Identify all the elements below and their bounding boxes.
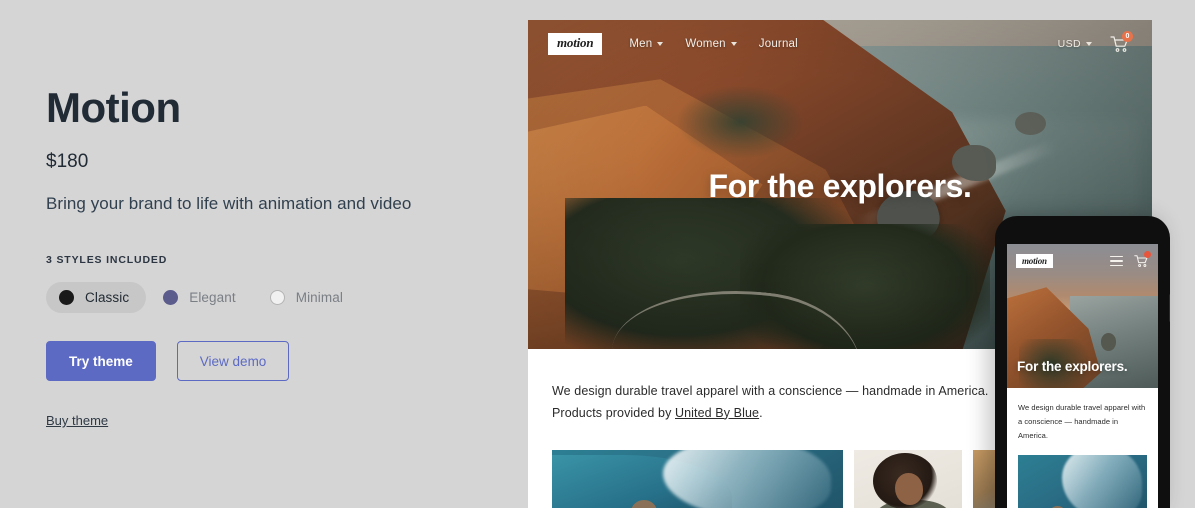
intro-line-2-suffix: . xyxy=(759,405,763,420)
phone-brand-logo[interactable]: motion xyxy=(1016,253,1053,269)
try-theme-button[interactable]: Try theme xyxy=(46,341,156,382)
style-option-label: Classic xyxy=(85,290,130,306)
action-buttons: Try theme View demo xyxy=(46,341,528,382)
phone-power-button xyxy=(1169,294,1170,322)
intro-line-1: We design durable travel apparel with a … xyxy=(552,384,989,398)
phone-mockup: motion For the explorers. We design dura… xyxy=(995,216,1170,508)
phone-intro-paragraph: We design durable travel apparel with a … xyxy=(1018,403,1146,440)
color-swatch-classic-icon xyxy=(59,290,74,306)
theme-detail-page: Motion $180 Bring your brand to life wit… xyxy=(0,0,1195,508)
phone-storefront-nav: motion xyxy=(1007,244,1158,278)
nav-link-label: Women xyxy=(685,38,726,50)
storefront-nav: motion Men Women Journal USD 0 xyxy=(528,20,1152,68)
nav-links: Men Women Journal xyxy=(629,38,798,50)
chevron-down-icon xyxy=(657,42,664,46)
nav-link-journal[interactable]: Journal xyxy=(759,38,798,50)
currency-selector[interactable]: USD xyxy=(1058,38,1092,50)
cart-button[interactable]: 0 xyxy=(1110,31,1133,53)
style-option-classic[interactable]: Classic xyxy=(46,282,147,314)
image-tile-surfer[interactable] xyxy=(552,450,843,508)
phone-content: We design durable travel apparel with a … xyxy=(1007,388,1158,508)
nav-link-label: Men xyxy=(629,38,653,50)
intro-line-2-prefix: Products provided by xyxy=(552,405,675,420)
view-demo-button[interactable]: View demo xyxy=(176,341,290,382)
style-option-elegant[interactable]: Elegant xyxy=(150,282,253,313)
united-by-blue-link[interactable]: United By Blue xyxy=(675,406,759,420)
phone-hero-heading: For the explorers. xyxy=(1017,359,1128,374)
phone-hero-section: motion For the explorers. xyxy=(1007,244,1158,388)
color-swatch-elegant-icon xyxy=(163,290,179,306)
phone-screen: motion For the explorers. We design dura… xyxy=(1007,244,1158,508)
chevron-down-icon xyxy=(1086,42,1092,46)
nav-link-women[interactable]: Women xyxy=(685,38,737,50)
brand-logo[interactable]: motion xyxy=(548,33,603,55)
phone-cart-count-badge xyxy=(1144,251,1151,258)
styles-included-label: 3 STYLES INCLUDED xyxy=(46,254,168,267)
nav-link-label: Journal xyxy=(758,38,798,50)
phone-cart-button[interactable] xyxy=(1134,251,1151,268)
cart-count-badge: 0 xyxy=(1122,31,1133,42)
chevron-down-icon xyxy=(730,42,737,46)
color-swatch-minimal-icon xyxy=(269,290,285,306)
phone-image-tile-surfer[interactable] xyxy=(1018,454,1147,508)
style-option-label: Minimal xyxy=(295,290,343,306)
page-title: Motion xyxy=(46,84,181,131)
image-tile-portrait[interactable] xyxy=(854,450,962,508)
style-option-label: Elegant xyxy=(189,290,236,306)
currency-label: USD xyxy=(1057,38,1081,50)
hamburger-menu-icon[interactable] xyxy=(1110,255,1123,267)
theme-price: $180 xyxy=(46,151,89,173)
nav-utilities: USD 0 xyxy=(1058,31,1133,53)
style-option-minimal[interactable]: Minimal xyxy=(257,282,360,313)
nav-link-men[interactable]: Men xyxy=(629,38,664,50)
buy-theme-link[interactable]: Buy theme xyxy=(46,413,108,428)
theme-info-panel: Motion $180 Bring your brand to life wit… xyxy=(0,0,528,508)
style-selector: Classic Elegant Minimal xyxy=(46,282,528,314)
theme-tagline: Bring your brand to life with animation … xyxy=(46,194,412,214)
phone-nav-utilities xyxy=(1110,251,1151,268)
hero-heading: For the explorers. xyxy=(708,168,972,204)
